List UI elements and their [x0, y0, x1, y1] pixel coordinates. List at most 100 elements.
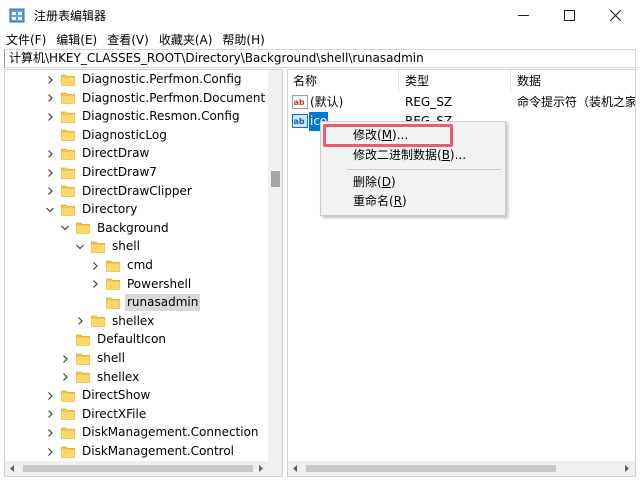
tree-item[interactable]: DirectShow — [45, 386, 152, 405]
title-bar: 注册表编辑器 — [0, 0, 640, 30]
folder-icon — [76, 353, 90, 365]
chevron-right-icon[interactable] — [90, 261, 100, 271]
values-horizontal-scrollbar[interactable] — [288, 461, 635, 476]
scroll-right-icon[interactable] — [258, 465, 264, 472]
tree-item[interactable]: cmd — [90, 256, 155, 275]
tree-item[interactable]: shellex — [60, 368, 141, 387]
column-header-data[interactable]: 数据 — [512, 70, 541, 92]
tree-item[interactable]: DefaultIcon — [60, 330, 168, 349]
chevron-right-icon[interactable] — [75, 316, 85, 326]
tree-item-label: DiskManagement.Control — [82, 444, 235, 458]
menu-help[interactable]: 帮助(H) — [222, 31, 264, 48]
tree-item-label: DirectXFile — [82, 406, 147, 421]
tree-item[interactable]: shell — [75, 237, 142, 256]
folder-icon — [61, 390, 75, 402]
column-divider[interactable] — [398, 70, 399, 92]
tree-item[interactable]: DirectDraw7 — [45, 163, 159, 182]
highlight-box — [323, 124, 453, 147]
menu-edit[interactable]: 编辑(E) — [56, 31, 97, 48]
tree-item-label: Powershell — [127, 276, 192, 291]
tree-item-label: DirectDrawClipper — [82, 183, 192, 198]
tree-item[interactable]: DirectXFile — [45, 405, 148, 424]
tree-item-label: shell — [97, 351, 125, 365]
chevron-right-icon[interactable] — [45, 186, 55, 196]
tree-vertical-scroll-thumb[interactable] — [271, 171, 280, 187]
folder-icon — [61, 185, 75, 197]
menu-bar: 文件(F) 编辑(E) 查看(V) 收藏夹(A) 帮助(H) — [0, 30, 640, 49]
tree-item-label: DefaultIcon — [97, 332, 166, 347]
context-item-delete[interactable]: 删除(D) — [321, 173, 505, 192]
value-row[interactable]: ab (默认) REG_SZ 命令提示符（装机之家） — [288, 93, 635, 112]
tree-item[interactable]: DiskManagement.Control — [45, 442, 236, 461]
close-button[interactable] — [592, 0, 638, 30]
tree-item[interactable]: Background — [60, 219, 171, 238]
menu-favorites[interactable]: 收藏夹(A) — [159, 31, 213, 48]
tree-item-label: DirectDraw — [82, 146, 150, 161]
tree-item-label: shell — [112, 239, 140, 254]
string-value-icon: ab — [292, 95, 308, 109]
chevron-right-icon[interactable] — [45, 93, 55, 103]
context-item-rename[interactable]: 重命名(R) — [321, 192, 505, 211]
chevron-right-icon[interactable] — [45, 409, 55, 419]
tree-item[interactable]: DirectDrawClipper — [45, 182, 194, 201]
tree-item[interactable]: shellex — [75, 312, 156, 331]
folder-icon — [91, 241, 105, 253]
menu-file[interactable]: 文件(F) — [6, 31, 46, 48]
chevron-down-icon[interactable] — [75, 242, 85, 252]
folder-icon — [106, 297, 120, 309]
chevron-down-icon[interactable] — [45, 205, 55, 215]
folder-icon — [91, 315, 105, 328]
scroll-left-icon[interactable] — [292, 465, 298, 472]
column-divider[interactable] — [510, 70, 511, 92]
tree-horizontal-scrollbar[interactable] — [5, 461, 268, 476]
tree-item[interactable]: Directory — [45, 200, 139, 219]
tree-item[interactable]: DiagnosticLog — [45, 126, 169, 145]
context-item-label: 重命名( — [353, 194, 394, 208]
chevron-right-icon[interactable] — [45, 428, 55, 438]
tree-item[interactable]: DirectDraw — [45, 144, 151, 163]
tree-item[interactable]: Diagnostic.Resmon.Config — [45, 107, 242, 126]
tree-item[interactable]: DiskManagement.Connection — [45, 423, 261, 442]
folder-icon — [61, 111, 75, 123]
chevron-down-icon[interactable] — [60, 223, 70, 233]
values-horizontal-scroll-thumb[interactable] — [306, 465, 556, 472]
value-type: REG_SZ — [405, 95, 453, 109]
tree-item[interactable]: Diagnostic.Perfmon.Config — [45, 70, 244, 89]
chevron-right-icon[interactable] — [60, 372, 70, 382]
address-bar[interactable]: 计算机\HKEY_CLASSES_ROOT\Directory\Backgrou… — [4, 49, 636, 68]
column-header-type[interactable]: 类型 — [400, 70, 429, 92]
tree-item[interactable]: shell — [60, 349, 127, 368]
tree-item[interactable]: Diagnostic.Perfmon.Document — [45, 89, 267, 108]
scroll-corner — [268, 461, 282, 476]
column-header-name[interactable]: 名称 — [288, 70, 317, 92]
menu-view[interactable]: 查看(V) — [107, 31, 149, 48]
chevron-right-icon[interactable] — [60, 354, 70, 364]
maximize-button[interactable] — [546, 0, 592, 30]
folder-icon — [106, 278, 120, 290]
context-item-modify-binary[interactable]: 修改二进制数据(B)... — [321, 146, 505, 165]
chevron-right-icon[interactable] — [45, 112, 55, 122]
chevron-right-icon[interactable] — [45, 391, 55, 401]
chevron-right-icon[interactable] — [45, 75, 55, 85]
tree-item-label: Directory — [82, 202, 138, 217]
expander-placeholder — [90, 298, 100, 308]
scroll-right-icon[interactable] — [624, 465, 630, 472]
scroll-left-icon[interactable] — [9, 465, 15, 472]
folder-icon — [76, 222, 90, 235]
minimize-button[interactable] — [500, 0, 546, 30]
context-item-label-suffix: ) — [402, 194, 407, 208]
chevron-right-icon[interactable] — [45, 168, 55, 178]
folder-icon — [106, 260, 120, 272]
folder-icon — [61, 167, 75, 179]
tree-item[interactable]: runasadmin — [90, 293, 201, 312]
tree-pane[interactable]: Diagnostic.Perfmon.Config Diagnostic.Perf… — [4, 69, 283, 477]
tree-vertical-scrollbar[interactable] — [268, 70, 282, 461]
tree-horizontal-scroll-thumb[interactable] — [23, 465, 253, 472]
chevron-right-icon[interactable] — [90, 279, 100, 289]
tree-item[interactable]: Powershell — [90, 275, 193, 294]
chevron-right-icon[interactable] — [45, 447, 55, 457]
tree-item-label: Diagnostic.Perfmon.Config — [82, 72, 242, 86]
context-menu-separator — [347, 169, 501, 170]
chevron-right-icon[interactable] — [45, 149, 55, 159]
access-key: D — [381, 175, 391, 189]
